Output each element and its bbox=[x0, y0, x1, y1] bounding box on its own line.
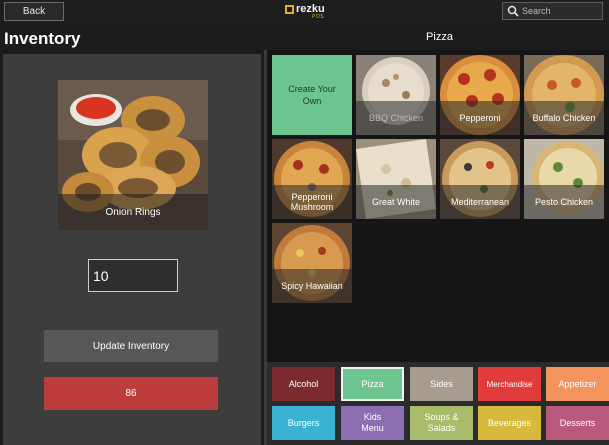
page-title: Inventory bbox=[4, 29, 81, 48]
category-sides[interactable]: Sides bbox=[410, 367, 473, 401]
menu-tile-pepperoni-mushroom[interactable]: Pepperoni Mushroom bbox=[272, 139, 352, 219]
rezku-logo: rezku POS bbox=[285, 3, 325, 21]
menu-tile-mediterranean[interactable]: Mediterranean bbox=[440, 139, 520, 219]
menu-tile-spicy-hawaiian[interactable]: Spicy Hawaiian bbox=[272, 223, 352, 303]
menu-tile-create-your-own[interactable]: Create Your Own bbox=[272, 55, 352, 135]
menu-tile-bbq-chicken[interactable]: BBQ Chicken bbox=[356, 55, 436, 135]
menu-tile-label: Great White bbox=[356, 185, 436, 219]
update-inventory-button[interactable]: Update Inventory bbox=[44, 330, 218, 362]
category-merchandise[interactable]: Merchandise bbox=[478, 367, 541, 401]
category-burgers[interactable]: Burgers bbox=[272, 406, 335, 440]
category-soups-salads[interactable]: Soups & Salads bbox=[410, 406, 473, 440]
category-bar: Alcohol Pizza Sides Merchandise Appetize… bbox=[267, 362, 609, 445]
menu-tile-great-white[interactable]: Great White bbox=[356, 139, 436, 219]
category-beverages[interactable]: Beverages bbox=[478, 406, 541, 440]
menu-tile-label: Pepperoni bbox=[440, 101, 520, 135]
menu-item-grid: Create Your Own BBQ Chicken Pepperoni Bu… bbox=[267, 50, 609, 362]
menu-tile-buffalo-chicken[interactable]: Buffalo Chicken bbox=[524, 55, 604, 135]
back-button[interactable]: Back bbox=[4, 2, 64, 21]
inventory-panel: Onion Rings Update Inventory 86 bbox=[3, 54, 261, 445]
search-icon bbox=[507, 5, 519, 17]
menu-tile-label: Pepperoni Mushroom bbox=[272, 185, 352, 219]
menu-tile-pepperoni[interactable]: Pepperoni bbox=[440, 55, 520, 135]
quantity-input[interactable] bbox=[88, 259, 178, 292]
item-name: Onion Rings bbox=[58, 194, 208, 230]
search-input[interactable] bbox=[522, 6, 602, 16]
menu-tile-label: Buffalo Chicken bbox=[524, 101, 604, 135]
menu-tile-label: Pesto Chicken bbox=[524, 185, 604, 219]
eighty-six-button[interactable]: 86 bbox=[44, 377, 218, 410]
menu-tile-label: Spicy Hawaiian bbox=[272, 269, 352, 303]
category-alcohol[interactable]: Alcohol bbox=[272, 367, 335, 401]
menu-tile-pesto-chicken[interactable]: Pesto Chicken bbox=[524, 139, 604, 219]
category-desserts[interactable]: Desserts bbox=[546, 406, 609, 440]
category-kids-menu[interactable]: Kids Menu bbox=[341, 406, 404, 440]
logo-subtext: POS bbox=[312, 14, 325, 20]
search-box[interactable] bbox=[502, 2, 603, 20]
logo-mark-icon bbox=[285, 5, 294, 14]
item-photo-onion-rings: Onion Rings bbox=[58, 80, 208, 230]
menu-tile-label: BBQ Chicken bbox=[356, 101, 436, 135]
menu-tile-label: Create Your Own bbox=[288, 84, 336, 106]
top-bar: Back rezku POS bbox=[0, 0, 609, 24]
category-title: Pizza bbox=[426, 31, 453, 43]
category-appetizer[interactable]: Appetizer bbox=[546, 367, 609, 401]
category-pizza[interactable]: Pizza bbox=[341, 367, 404, 401]
menu-tile-label: Mediterranean bbox=[440, 185, 520, 219]
